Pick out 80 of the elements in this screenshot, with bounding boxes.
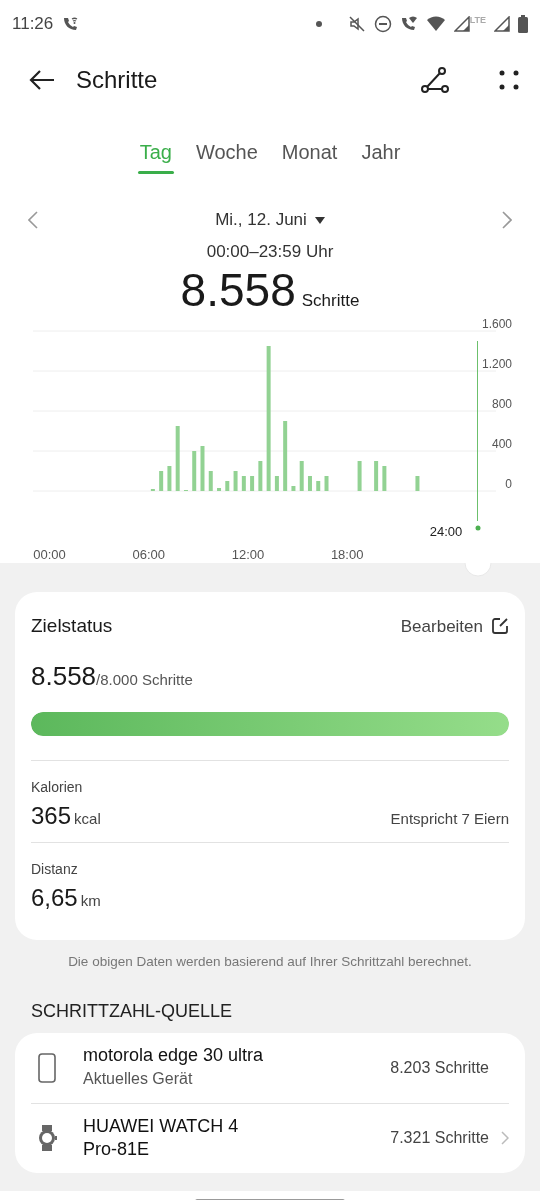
chart-bar — [258, 461, 263, 491]
goal-progress-value: 8.558 — [31, 659, 97, 693]
x-axis-label: 06:00 — [132, 547, 165, 562]
x-axis-label: 00:00 — [33, 547, 66, 562]
chart-bar — [208, 471, 213, 491]
chart-bar — [307, 476, 312, 491]
battery-icon — [518, 15, 528, 33]
footnote: Die obigen Daten werden basierend auf Ihrer Schrittzahl berechnet. — [67, 952, 473, 971]
route-button[interactable] — [420, 66, 450, 94]
network-type-label: LTE — [469, 16, 486, 25]
source-subtitle: Aktuelles Gerät — [83, 1069, 194, 1090]
chart-bar — [283, 421, 288, 491]
stat-value: 6,65 — [31, 882, 78, 913]
goal-target: /8.000 Schritte — [96, 670, 193, 690]
chart-bar — [382, 466, 387, 491]
source-name: motorola edge 30 ultra — [83, 1044, 265, 1068]
y-axis-label: 0 — [505, 477, 512, 491]
goal-title: Zielstatus — [31, 614, 113, 638]
more-button[interactable] — [498, 69, 520, 91]
x-axis-label: 12:00 — [231, 547, 265, 562]
page-title: Schritte — [76, 65, 159, 95]
y-axis-label: 400 — [491, 437, 512, 451]
source-steps: 8.203 Schritte — [390, 1055, 489, 1080]
chart-bar — [241, 476, 246, 491]
chart-bar — [415, 476, 420, 491]
signal-icon — [453, 16, 470, 32]
chart-bar — [291, 486, 296, 491]
source-steps: 7.321 Schritte — [390, 1126, 489, 1151]
signal-icon — [494, 16, 510, 32]
y-axis-label: 1.600 — [481, 317, 512, 331]
status-time: 11:26 — [12, 13, 54, 36]
source-row[interactable]: motorola edge 30 ultra Aktuelles Gerät 8.203 Schritte — [31, 1032, 509, 1103]
period-tab[interactable]: Jahr — [359, 130, 403, 174]
time-range: 00:00–23:59 Uhr — [205, 241, 335, 263]
do-not-disturb-icon — [373, 15, 392, 33]
dropdown-caret-icon — [314, 216, 325, 224]
stat-unit: kcal — [74, 808, 102, 829]
x-axis-label: 18:00 — [330, 547, 364, 562]
phone-icon — [35, 1050, 59, 1085]
y-axis-label: 800 — [491, 397, 512, 411]
notification-dot-icon — [315, 21, 322, 27]
chart-bar — [274, 476, 279, 491]
chart-bar — [250, 476, 255, 491]
chart-bar — [324, 476, 329, 491]
wifi-icon — [425, 15, 446, 33]
period-tab[interactable]: Monat — [279, 130, 340, 174]
wifi-call-icon — [399, 15, 418, 33]
period-tab[interactable]: Woche — [193, 130, 260, 174]
chart-bar — [192, 451, 197, 491]
step-unit: Schritte — [301, 290, 360, 312]
mute-icon — [347, 15, 366, 33]
chart-bar — [374, 461, 379, 491]
chart-bar — [299, 461, 304, 491]
chart-bar — [225, 481, 230, 491]
stat-unit: km — [80, 890, 102, 911]
date-picker[interactable]: Mi., 12. Juni — [215, 207, 325, 233]
y-axis-label: 1.200 — [481, 357, 512, 371]
stat-value: 365 — [31, 800, 72, 831]
chart-bar — [316, 481, 321, 491]
source-name: HUAWEI WATCH 4 Pro-81E — [83, 1115, 240, 1162]
chart-bar — [357, 461, 362, 491]
chart-bar — [159, 471, 164, 491]
back-button[interactable] — [28, 68, 56, 92]
time-scrubber[interactable] — [475, 340, 481, 531]
stat-label: Kalorien — [31, 777, 84, 797]
section-title: SCHRITTZAHL-QUELLE — [30, 999, 234, 1023]
source-row[interactable]: HUAWEI WATCH 4 Pro-81E 7.321 Schritte — [31, 1102, 509, 1173]
next-chevron-icon[interactable] — [502, 211, 512, 229]
previous-chevron-icon[interactable] — [28, 211, 38, 229]
current-time-label: 24:00 — [429, 524, 463, 539]
edit-button[interactable]: Bearbeiten — [400, 613, 509, 639]
stat-label: Distanz — [31, 859, 79, 879]
step-total: 8.558 — [180, 264, 296, 316]
edit-icon — [491, 617, 509, 636]
stat-note: Entspricht 7 Eiern — [390, 808, 509, 829]
chart-bar — [167, 466, 172, 491]
chart-bar — [217, 488, 222, 491]
chart-bar — [200, 446, 205, 491]
chart-bar — [175, 426, 180, 491]
chart-bar — [233, 471, 238, 491]
